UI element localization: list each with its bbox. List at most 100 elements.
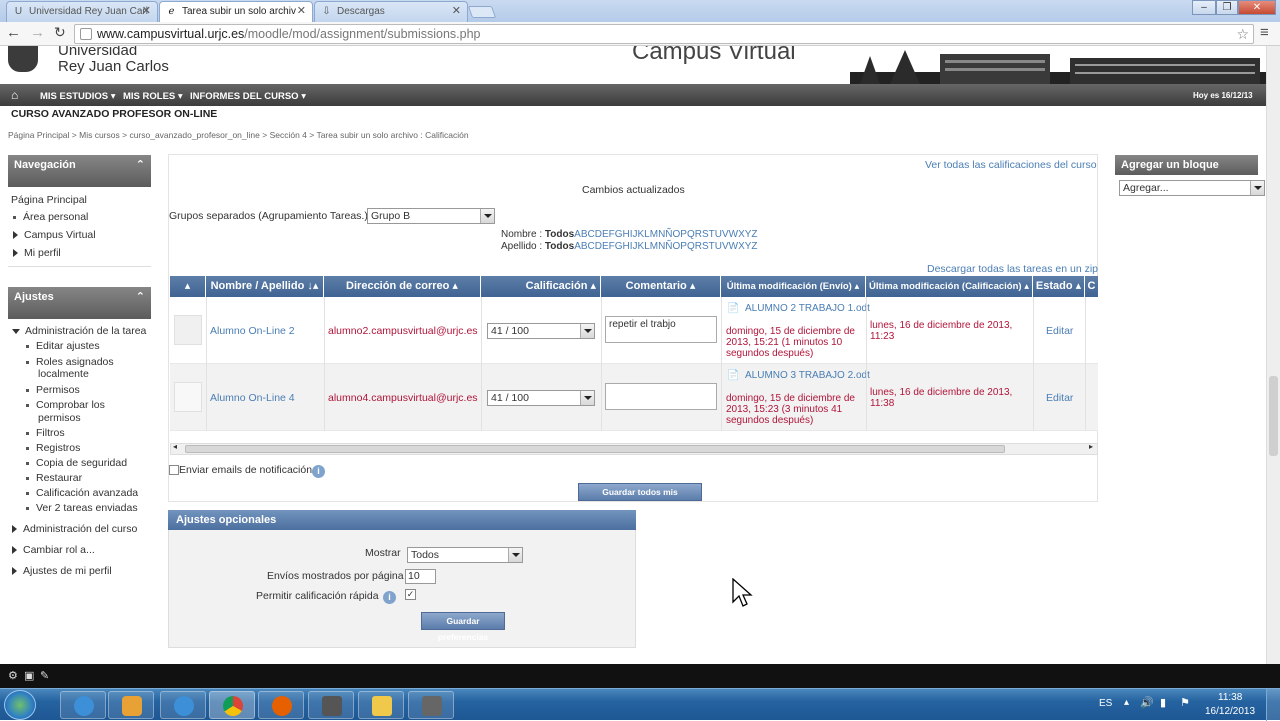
save-comments-button[interactable]: Guardar todos mis comentarios — [578, 483, 702, 513]
settings-item[interactable]: Ver 2 tareas enviadas — [26, 502, 138, 514]
taskbar-media[interactable] — [108, 691, 154, 719]
back-icon[interactable]: ← — [6, 24, 21, 41]
add-block-select[interactable]: Agregar... — [1119, 180, 1265, 196]
quick-grading-checkbox[interactable]: ✓ — [405, 589, 416, 600]
settings-item[interactable]: Roles asignados — [26, 356, 114, 368]
settings-item[interactable]: Calificación avanzada — [26, 487, 138, 499]
window-icon[interactable]: ▣ — [24, 669, 34, 682]
avatar[interactable] — [174, 382, 202, 412]
admin-curso[interactable]: Administración del curso — [12, 523, 137, 535]
admin-tarea[interactable]: Administración de la tarea — [12, 325, 146, 337]
scrollbar-thumb[interactable] — [185, 445, 1005, 453]
avatar[interactable] — [174, 315, 202, 345]
flag-icon[interactable]: ⚑ — [1180, 696, 1190, 709]
reload-icon[interactable]: ↻ — [54, 24, 66, 41]
student-name-link[interactable]: Alumno On-Line 4 — [210, 392, 295, 404]
help-icon[interactable]: i — [383, 591, 396, 604]
nav-home[interactable]: Página Principal — [11, 194, 87, 206]
column-grade-date[interactable]: Última modificación (Calificación) ▴ — [866, 276, 1033, 297]
address-bar[interactable]: www.campusvirtual.urjc.es/moodle/mod/ass… — [74, 24, 1254, 44]
close-icon[interactable]: ✕ — [142, 2, 151, 21]
scroll-left-icon[interactable]: ◂ — [173, 442, 177, 451]
menu-icon[interactable]: ≡ — [1260, 24, 1269, 41]
comment-textarea[interactable] — [605, 383, 717, 410]
group-select[interactable]: Grupo B — [367, 208, 495, 224]
select-column-header[interactable]: ▴ — [170, 276, 206, 297]
show-desktop-button[interactable] — [1266, 689, 1280, 721]
start-button[interactable] — [4, 690, 36, 720]
nav-campus[interactable]: Campus Virtual — [13, 229, 96, 241]
settings-item[interactable]: Restaurar — [26, 472, 82, 484]
column-c[interactable]: C — [1085, 276, 1098, 297]
settings-item[interactable]: permisos — [38, 412, 81, 424]
settings-item[interactable]: Comprobar los — [26, 399, 105, 411]
student-name-link[interactable]: Alumno On-Line 2 — [210, 325, 295, 337]
download-zip-link[interactable]: Descargar todas las tareas en un zip — [927, 263, 1098, 275]
letter-filter[interactable]: ABCDEFGHIJKLMNÑOPQRSTUVWXYZ — [574, 229, 757, 240]
settings-item[interactable]: Registros — [26, 442, 80, 454]
settings-item[interactable]: Editar ajustes — [26, 340, 100, 352]
grade-select[interactable]: 41 / 100 — [487, 390, 595, 406]
student-email[interactable]: alumno2.campusvirtual@urjc.es — [328, 325, 478, 337]
taskbar-ie[interactable] — [60, 691, 106, 719]
cambiar-rol[interactable]: Cambiar rol a... — [12, 544, 95, 556]
filter-all[interactable]: Todos — [545, 241, 574, 252]
column-email[interactable]: Dirección de correo ▴ — [324, 276, 481, 297]
maximize-button[interactable]: ❐ — [1216, 0, 1238, 15]
network-icon[interactable]: ▮ — [1160, 696, 1166, 709]
submission-file-link[interactable]: ALUMNO 2 TRABAJO 1.odt — [745, 303, 870, 314]
help-icon[interactable]: i — [312, 465, 325, 478]
student-email[interactable]: alumno4.campusvirtual@urjc.es — [328, 392, 478, 404]
column-comment[interactable]: Comentario ▴ — [601, 276, 721, 297]
nav-informes[interactable]: INFORMES DEL CURSO ▾ — [190, 91, 306, 102]
nav-mis-estudios[interactable]: MIS ESTUDIOS ▾ — [40, 91, 116, 102]
taskbar-explorer[interactable] — [358, 691, 404, 719]
nav-area-personal[interactable]: Área personal — [13, 211, 88, 223]
taskbar-ie2[interactable] — [160, 691, 206, 719]
close-icon[interactable]: ✕ — [297, 2, 306, 21]
collapse-icon[interactable]: ⌃ — [136, 287, 145, 307]
settings-item[interactable]: Copia de seguridad — [26, 457, 127, 469]
collapse-icon[interactable]: ⌃ — [136, 155, 145, 175]
page-scrollbar[interactable] — [1266, 46, 1280, 664]
new-tab-button[interactable] — [467, 6, 497, 18]
settings-item[interactable]: Permisos — [26, 384, 80, 396]
taskbar-app2[interactable] — [408, 691, 454, 719]
comment-textarea[interactable]: repetir el trabjo — [605, 316, 717, 343]
notify-checkbox[interactable] — [169, 465, 179, 475]
table-hscrollbar[interactable]: ◂ ▸ — [170, 442, 1098, 455]
settings-item[interactable]: localmente — [38, 368, 89, 380]
tab-universidad[interactable]: U Universidad Rey Juan Carl ✕ — [6, 1, 158, 22]
home-icon[interactable]: ⌂ — [11, 88, 18, 102]
nav-mis-roles[interactable]: MIS ROLES ▾ — [123, 91, 183, 102]
close-icon[interactable]: ✕ — [452, 2, 461, 21]
star-icon[interactable]: ☆ — [1236, 25, 1249, 43]
nav-mi-perfil[interactable]: Mi perfil — [13, 247, 61, 259]
close-window-button[interactable]: ✕ — [1238, 0, 1276, 15]
minimize-button[interactable]: – — [1192, 0, 1216, 15]
tray-up-icon[interactable]: ▴ — [1124, 697, 1129, 708]
filter-all[interactable]: Todos — [545, 229, 574, 240]
edit-link[interactable]: Editar — [1046, 325, 1073, 337]
taskbar-app[interactable] — [308, 691, 354, 719]
column-grade[interactable]: Calificación ▴ — [481, 276, 601, 297]
scrollbar-thumb[interactable] — [1269, 376, 1278, 456]
edit-link[interactable]: Editar — [1046, 392, 1073, 404]
letter-filter[interactable]: ABCDEFGHIJKLMNÑOPQRSTUVWXYZ — [574, 241, 757, 252]
clock-date[interactable]: 16/12/2013 — [1205, 706, 1255, 717]
tool-icon[interactable]: ⚙ — [8, 669, 18, 682]
column-status[interactable]: Estado ▴ — [1033, 276, 1085, 297]
grade-select[interactable]: 41 / 100 — [487, 323, 595, 339]
taskbar-chrome[interactable] — [209, 691, 255, 719]
tab-descargas[interactable]: ⇩ Descargas ✕ — [314, 1, 468, 22]
view-all-grades-link[interactable]: Ver todas las calificaciones del curso — [925, 159, 1097, 171]
column-submission-date[interactable]: Última modificación (Envío) ▴ — [721, 276, 866, 297]
clock-time[interactable]: 11:38 — [1218, 692, 1242, 703]
submission-file-link[interactable]: ALUMNO 3 TRABAJO 2.odt — [745, 370, 870, 381]
pen-icon[interactable]: ✎ — [40, 669, 49, 682]
save-preferences-button[interactable]: Guardar preferencias — [421, 612, 505, 642]
taskbar-firefox[interactable] — [258, 691, 304, 719]
volume-icon[interactable]: 🔊 — [1140, 696, 1154, 709]
settings-item[interactable]: Filtros — [26, 427, 65, 439]
forward-icon[interactable]: → — [30, 24, 45, 41]
